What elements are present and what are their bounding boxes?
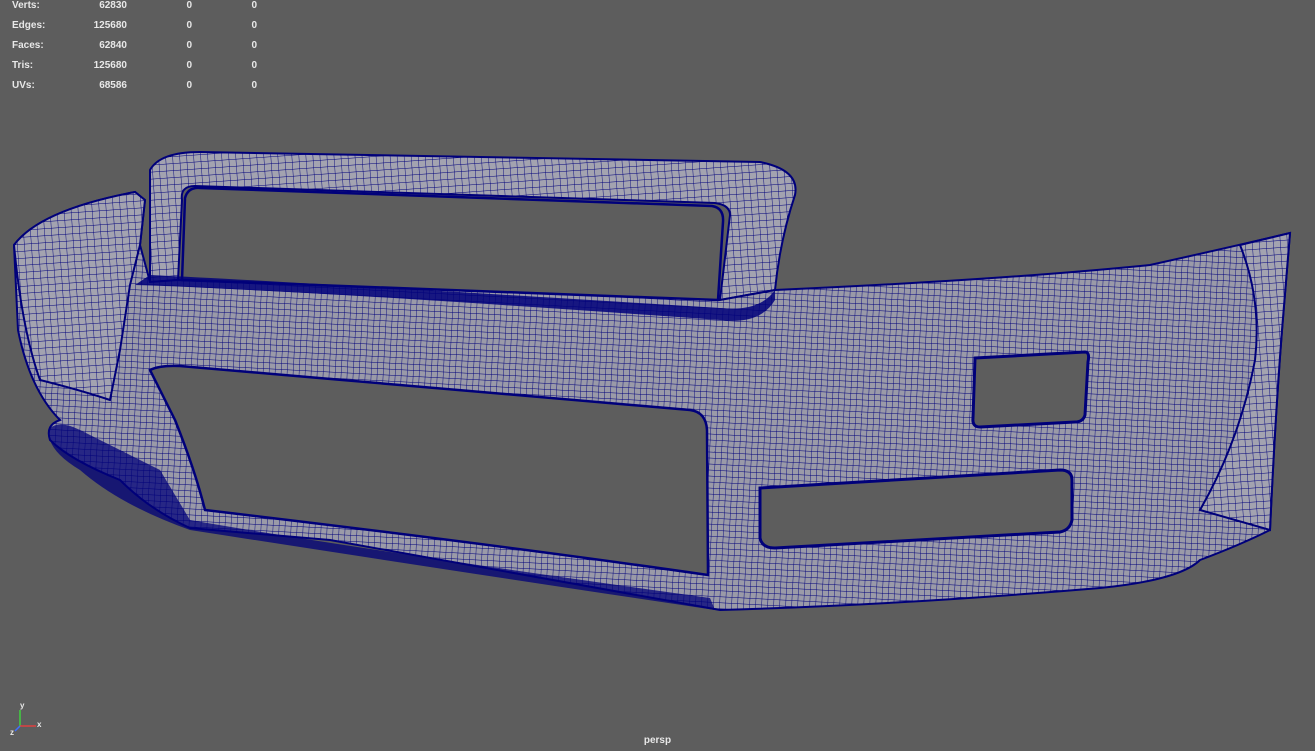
hud-value: 125680 [93, 60, 127, 71]
hud-value: 0 [186, 40, 192, 51]
hud-row-faces: Faces: 62840 0 0 [0, 40, 270, 60]
hud-value: 0 [186, 20, 192, 31]
bumper-wireframe-mesh[interactable] [0, 0, 1315, 751]
hud-value: 125680 [93, 20, 127, 31]
hud-value: 0 [251, 60, 257, 71]
hud-value: 0 [186, 80, 192, 91]
hud-value: 0 [251, 0, 257, 11]
hud-label: Tris: [12, 60, 34, 71]
hud-value: 62830 [99, 0, 127, 11]
hud-label: Verts: [12, 0, 40, 11]
x-axis-label: x [37, 720, 42, 729]
view-axis-gizmo-icon: y x z [10, 700, 50, 740]
camera-name-label: persp [643, 735, 672, 746]
hud-value: 0 [251, 80, 257, 91]
poly-count-hud: Verts: 62830 0 0 Edges: 125680 0 0 Faces… [0, 0, 270, 100]
3d-viewport[interactable]: Verts: 62830 0 0 Edges: 125680 0 0 Faces… [0, 0, 1315, 751]
hud-value: 0 [251, 20, 257, 31]
hud-value: 62840 [99, 40, 127, 51]
fog-light-opening [971, 350, 1091, 429]
hud-row-uvs: UVs: 68586 0 0 [0, 80, 270, 100]
hud-value: 0 [251, 40, 257, 51]
hud-value: 0 [186, 0, 192, 11]
hud-value: 68586 [99, 80, 127, 91]
hud-value: 0 [186, 60, 192, 71]
y-axis-label: y [20, 701, 25, 710]
hud-label: Edges: [12, 20, 46, 31]
hud-row-tris: Tris: 125680 0 0 [0, 60, 270, 80]
hud-label: Faces: [12, 40, 44, 51]
z-axis-line [14, 725, 21, 732]
hud-label: UVs: [12, 80, 35, 91]
